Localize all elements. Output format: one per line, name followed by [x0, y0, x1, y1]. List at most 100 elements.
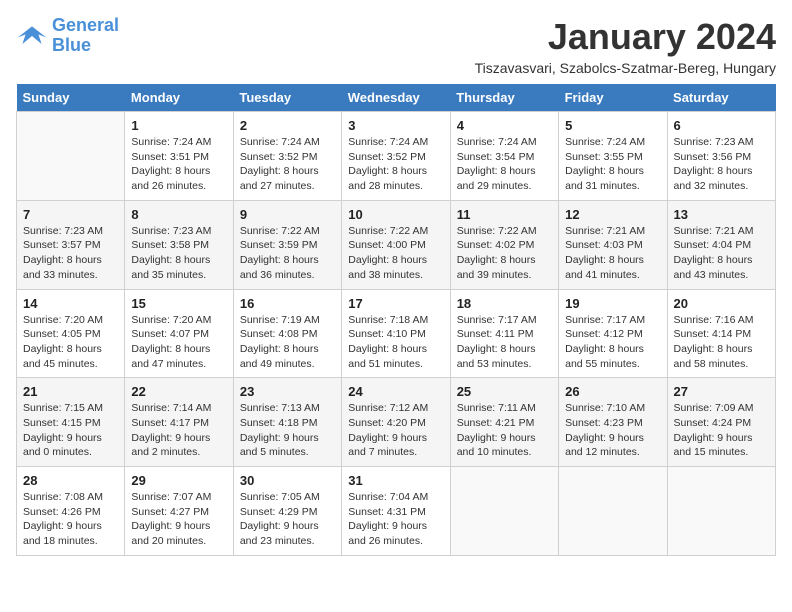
calendar-cell: 4 Sunrise: 7:24 AMSunset: 3:54 PMDaylight…: [450, 112, 558, 201]
day-number: 13: [674, 207, 769, 222]
day-info: Sunrise: 7:20 AMSunset: 4:05 PMDaylight:…: [23, 313, 118, 372]
day-number: 19: [565, 296, 660, 311]
day-number: 15: [131, 296, 226, 311]
day-number: 12: [565, 207, 660, 222]
calendar-week-3: 14 Sunrise: 7:20 AMSunset: 4:05 PMDayligh…: [17, 289, 776, 378]
location: Tiszavasvari, Szabolcs-Szatmar-Bereg, Hu…: [475, 60, 776, 76]
calendar-cell: 11 Sunrise: 7:22 AMSunset: 4:02 PMDayligh…: [450, 200, 558, 289]
day-number: 18: [457, 296, 552, 311]
day-info: Sunrise: 7:13 AMSunset: 4:18 PMDaylight:…: [240, 401, 335, 460]
day-number: 23: [240, 384, 335, 399]
day-number: 16: [240, 296, 335, 311]
day-number: 28: [23, 473, 118, 488]
calendar-cell: 1 Sunrise: 7:24 AMSunset: 3:51 PMDaylight…: [125, 112, 233, 201]
day-info: Sunrise: 7:24 AMSunset: 3:52 PMDaylight:…: [348, 135, 443, 194]
calendar-cell: 23 Sunrise: 7:13 AMSunset: 4:18 PMDayligh…: [233, 378, 341, 467]
day-info: Sunrise: 7:08 AMSunset: 4:26 PMDaylight:…: [23, 490, 118, 549]
header-wednesday: Wednesday: [342, 84, 450, 112]
day-number: 2: [240, 118, 335, 133]
day-info: Sunrise: 7:21 AMSunset: 4:03 PMDaylight:…: [565, 224, 660, 283]
day-info: Sunrise: 7:15 AMSunset: 4:15 PMDaylight:…: [23, 401, 118, 460]
day-info: Sunrise: 7:21 AMSunset: 4:04 PMDaylight:…: [674, 224, 769, 283]
day-info: Sunrise: 7:23 AMSunset: 3:58 PMDaylight:…: [131, 224, 226, 283]
calendar-cell: 26Sunrise: 7:10 AMSunset: 4:23 PMDayligh…: [559, 378, 667, 467]
logo: General Blue: [16, 16, 119, 56]
day-info: Sunrise: 7:20 AMSunset: 4:07 PMDaylight:…: [131, 313, 226, 372]
day-number: 6: [674, 118, 769, 133]
calendar-cell: 27Sunrise: 7:09 AMSunset: 4:24 PMDayligh…: [667, 378, 775, 467]
header-monday: Monday: [125, 84, 233, 112]
calendar-cell: 30 Sunrise: 7:05 AMSunset: 4:29 PMDayligh…: [233, 467, 341, 556]
month-title: January 2024: [475, 16, 776, 58]
header-friday: Friday: [559, 84, 667, 112]
day-number: 5: [565, 118, 660, 133]
calendar-cell: 7Sunrise: 7:23 AMSunset: 3:57 PMDaylight…: [17, 200, 125, 289]
header-sunday: Sunday: [17, 84, 125, 112]
day-number: 27: [674, 384, 769, 399]
day-info: Sunrise: 7:12 AMSunset: 4:20 PMDaylight:…: [348, 401, 443, 460]
day-number: 29: [131, 473, 226, 488]
day-info: Sunrise: 7:19 AMSunset: 4:08 PMDaylight:…: [240, 313, 335, 372]
header-tuesday: Tuesday: [233, 84, 341, 112]
day-info: Sunrise: 7:23 AMSunset: 3:56 PMDaylight:…: [674, 135, 769, 194]
calendar-table: SundayMondayTuesdayWednesdayThursdayFrid…: [16, 84, 776, 556]
day-info: Sunrise: 7:24 AMSunset: 3:52 PMDaylight:…: [240, 135, 335, 194]
calendar-cell: 29 Sunrise: 7:07 AMSunset: 4:27 PMDayligh…: [125, 467, 233, 556]
day-info: Sunrise: 7:04 AMSunset: 4:31 PMDaylight:…: [348, 490, 443, 549]
day-number: 8: [131, 207, 226, 222]
day-number: 17: [348, 296, 443, 311]
day-info: Sunrise: 7:18 AMSunset: 4:10 PMDaylight:…: [348, 313, 443, 372]
day-number: 3: [348, 118, 443, 133]
day-info: Sunrise: 7:05 AMSunset: 4:29 PMDaylight:…: [240, 490, 335, 549]
calendar-cell: 2 Sunrise: 7:24 AMSunset: 3:52 PMDaylight…: [233, 112, 341, 201]
calendar-cell: 10 Sunrise: 7:22 AMSunset: 4:00 PMDayligh…: [342, 200, 450, 289]
day-info: Sunrise: 7:24 AMSunset: 3:54 PMDaylight:…: [457, 135, 552, 194]
calendar-cell: 24Sunrise: 7:12 AMSunset: 4:20 PMDayligh…: [342, 378, 450, 467]
calendar-cell: 21 Sunrise: 7:15 AMSunset: 4:15 PMDayligh…: [17, 378, 125, 467]
calendar-cell: [450, 467, 558, 556]
day-number: 10: [348, 207, 443, 222]
calendar-cell: [667, 467, 775, 556]
calendar-week-2: 7Sunrise: 7:23 AMSunset: 3:57 PMDaylight…: [17, 200, 776, 289]
calendar-cell: 9Sunrise: 7:22 AMSunset: 3:59 PMDaylight…: [233, 200, 341, 289]
calendar-cell: 18 Sunrise: 7:17 AMSunset: 4:11 PMDayligh…: [450, 289, 558, 378]
calendar-cell: 13 Sunrise: 7:21 AMSunset: 4:04 PMDayligh…: [667, 200, 775, 289]
day-number: 14: [23, 296, 118, 311]
day-info: Sunrise: 7:16 AMSunset: 4:14 PMDaylight:…: [674, 313, 769, 372]
day-info: Sunrise: 7:24 AMSunset: 3:51 PMDaylight:…: [131, 135, 226, 194]
calendar-cell: 3 Sunrise: 7:24 AMSunset: 3:52 PMDaylight…: [342, 112, 450, 201]
header-thursday: Thursday: [450, 84, 558, 112]
day-number: 1: [131, 118, 226, 133]
day-number: 9: [240, 207, 335, 222]
day-info: Sunrise: 7:14 AMSunset: 4:17 PMDaylight:…: [131, 401, 226, 460]
day-number: 20: [674, 296, 769, 311]
logo-text: General Blue: [52, 16, 119, 56]
day-info: Sunrise: 7:10 AMSunset: 4:23 PMDaylight:…: [565, 401, 660, 460]
title-block: January 2024 Tiszavasvari, Szabolcs-Szat…: [475, 16, 776, 76]
calendar-cell: 25 Sunrise: 7:11 AMSunset: 4:21 PMDayligh…: [450, 378, 558, 467]
calendar-cell: 20 Sunrise: 7:16 AMSunset: 4:14 PMDayligh…: [667, 289, 775, 378]
page-header: General Blue January 2024 Tiszavasvari, …: [16, 16, 776, 76]
calendar-cell: 16 Sunrise: 7:19 AMSunset: 4:08 PMDayligh…: [233, 289, 341, 378]
calendar-week-1: 1 Sunrise: 7:24 AMSunset: 3:51 PMDaylight…: [17, 112, 776, 201]
day-info: Sunrise: 7:11 AMSunset: 4:21 PMDaylight:…: [457, 401, 552, 460]
day-info: Sunrise: 7:17 AMSunset: 4:11 PMDaylight:…: [457, 313, 552, 372]
day-number: 25: [457, 384, 552, 399]
day-number: 4: [457, 118, 552, 133]
calendar-week-5: 28 Sunrise: 7:08 AMSunset: 4:26 PMDayligh…: [17, 467, 776, 556]
calendar-cell: 15 Sunrise: 7:20 AMSunset: 4:07 PMDayligh…: [125, 289, 233, 378]
calendar-cell: 19 Sunrise: 7:17 AMSunset: 4:12 PMDayligh…: [559, 289, 667, 378]
day-info: Sunrise: 7:22 AMSunset: 4:02 PMDaylight:…: [457, 224, 552, 283]
calendar-cell: 6 Sunrise: 7:23 AMSunset: 3:56 PMDaylight…: [667, 112, 775, 201]
day-number: 11: [457, 207, 552, 222]
day-number: 21: [23, 384, 118, 399]
header-saturday: Saturday: [667, 84, 775, 112]
day-info: Sunrise: 7:07 AMSunset: 4:27 PMDaylight:…: [131, 490, 226, 549]
day-info: Sunrise: 7:24 AMSunset: 3:55 PMDaylight:…: [565, 135, 660, 194]
day-number: 31: [348, 473, 443, 488]
day-number: 30: [240, 473, 335, 488]
day-info: Sunrise: 7:22 AMSunset: 4:00 PMDaylight:…: [348, 224, 443, 283]
calendar-week-4: 21 Sunrise: 7:15 AMSunset: 4:15 PMDayligh…: [17, 378, 776, 467]
logo-icon: [16, 20, 48, 52]
day-info: Sunrise: 7:17 AMSunset: 4:12 PMDaylight:…: [565, 313, 660, 372]
